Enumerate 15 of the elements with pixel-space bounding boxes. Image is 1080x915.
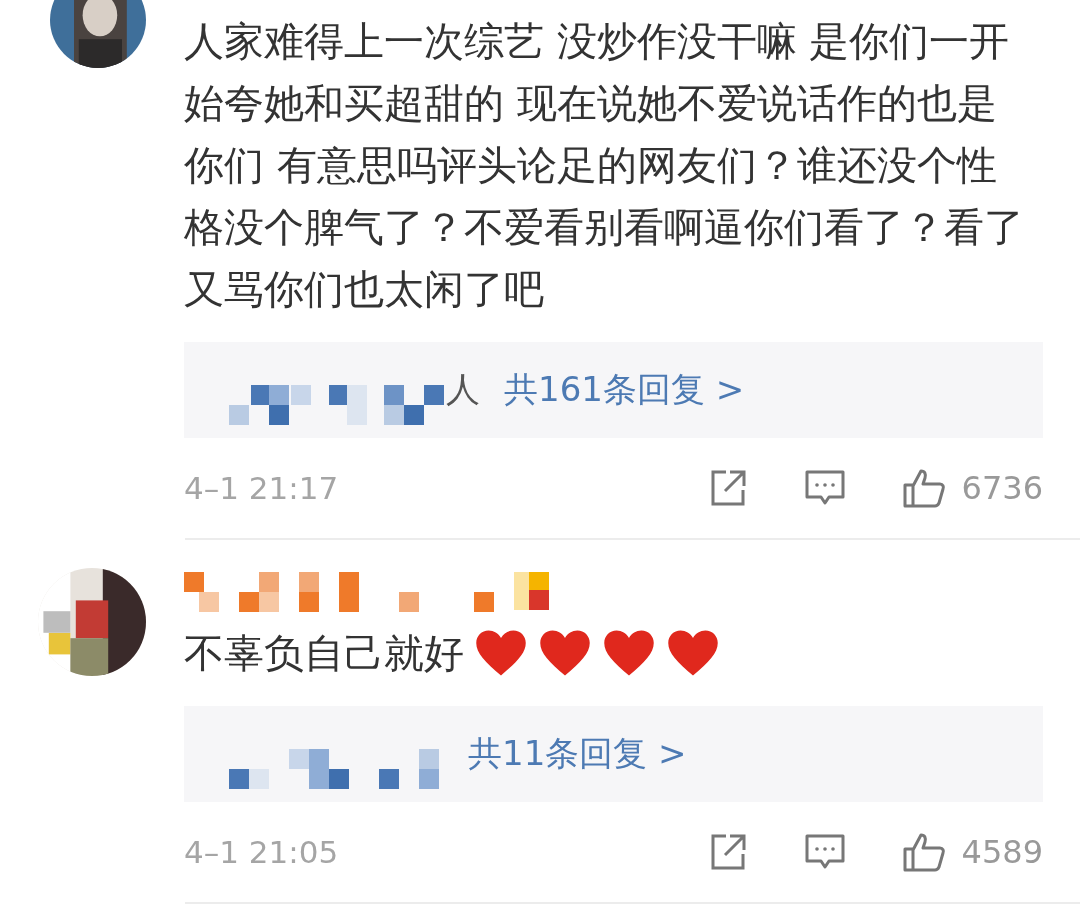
heart-icon [538, 628, 592, 678]
thumbs-up-icon[interactable] [901, 468, 946, 508]
reply-count-link[interactable]: 共11条回复 > [468, 731, 687, 777]
thumbs-up-icon[interactable] [901, 832, 946, 872]
reply-count-link[interactable]: 共161条回复 > [504, 367, 745, 413]
heart-icon [474, 628, 528, 678]
like-count: 6736 [961, 469, 1043, 507]
comment-time: 4–1 21:17 [184, 470, 339, 506]
comment-time: 4–1 21:05 [184, 834, 339, 870]
comment-text: 不辜负自己就好 [184, 629, 464, 678]
like-count: 4589 [961, 833, 1043, 871]
heart-icon [666, 628, 720, 678]
heart-icon [602, 628, 656, 678]
comment-text: 人家难得上一次综艺 没炒作没干嘛 是你们一开始夸她和买超甜的 现在说她不爱说话作的也是你们 有意思吗评头论足的网友们？谁还没个性格没个脾气了？不爱看别看啊逼你们看了？看了又骂你们也太闲了吧 [184, 17, 1025, 314]
reply-preview-text: 人 [446, 368, 480, 411]
